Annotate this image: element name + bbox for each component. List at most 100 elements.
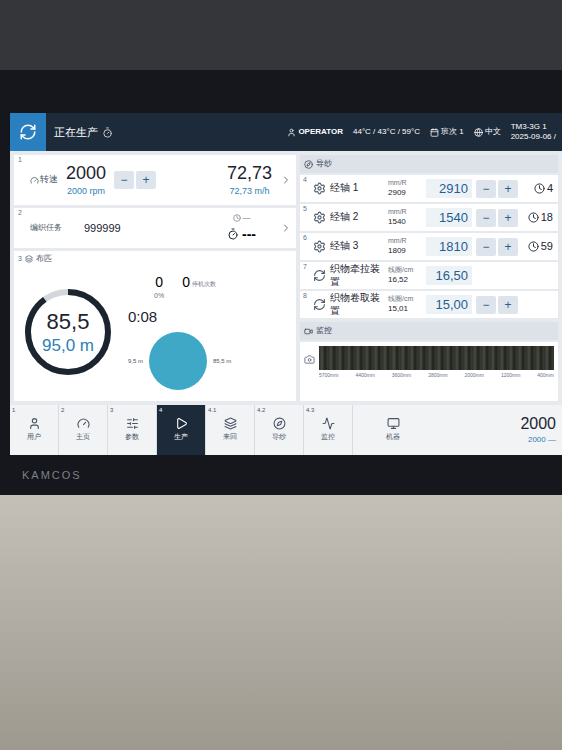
shift: 班次 1 bbox=[430, 126, 464, 138]
nav-item[interactable]: 4生产 bbox=[157, 405, 206, 455]
guide-name: 织物牵拉装置 bbox=[330, 263, 384, 288]
guide-value[interactable]: 1540 bbox=[426, 208, 472, 228]
guide-value[interactable]: 2910 bbox=[426, 179, 472, 199]
chevron-icon[interactable] bbox=[280, 174, 292, 186]
machine-button[interactable]: 机器 bbox=[369, 405, 417, 455]
nav-bar: 1用户2主页3参数4生产4.1来回4.2导纱4.3监控机器20002000 — bbox=[10, 405, 562, 455]
monitor-bezel: 正在生产OPERATOR44°C / 43°C / 59°C班次 1中文TM3-… bbox=[0, 70, 562, 495]
tick-label: 1200mm bbox=[501, 372, 520, 380]
guide-actual: 2909 bbox=[388, 188, 422, 198]
speed-icon bbox=[30, 176, 39, 185]
speed-decrease-button[interactable]: − bbox=[114, 171, 134, 189]
guide-unit: mm/R bbox=[388, 179, 422, 188]
guide-trail: 4 bbox=[547, 180, 553, 197]
tick-label: 400mm bbox=[537, 372, 554, 380]
decrease-button[interactable]: − bbox=[476, 209, 496, 227]
output-value: 72,73 bbox=[227, 162, 272, 185]
fabric-icon bbox=[25, 255, 33, 263]
machine-label: 机器 bbox=[386, 432, 400, 443]
refresh-icon bbox=[19, 123, 37, 141]
chevron-icon[interactable] bbox=[280, 222, 292, 234]
temps: 44°C / 43°C / 59°C bbox=[353, 126, 420, 138]
camera-icon[interactable] bbox=[304, 354, 315, 365]
nav-label: 导纱 bbox=[272, 432, 286, 443]
monitor-ticks: 5700mm4400mm3600mm2800mm2000mm1200mm400m… bbox=[319, 372, 554, 380]
guide-title: 导纱 bbox=[316, 158, 332, 170]
nav-item[interactable]: 4.2导纱 bbox=[255, 405, 304, 455]
nav-icon bbox=[28, 417, 41, 430]
guide-header: 导纱 bbox=[300, 155, 558, 173]
nav-icon bbox=[273, 417, 286, 430]
guide-value[interactable]: 16,50 bbox=[426, 266, 472, 286]
guide-value[interactable]: 15,00 bbox=[426, 295, 472, 315]
beam-icon bbox=[313, 182, 326, 195]
nav-item[interactable]: 2主页 bbox=[59, 405, 108, 455]
guide-actual: 1540 bbox=[388, 217, 422, 227]
nav-icon bbox=[77, 417, 90, 430]
machine-name: TM3-3G 1 bbox=[511, 122, 556, 132]
nav-label: 主页 bbox=[76, 432, 90, 443]
screen: 正在生产OPERATOR44°C / 43°C / 59°C班次 1中文TM3-… bbox=[10, 113, 562, 455]
speed-setpoint: 2000 rpm bbox=[67, 185, 105, 199]
monitor-header: 监控 bbox=[300, 322, 558, 340]
takeup-icon bbox=[313, 269, 326, 282]
guide-actual: 1809 bbox=[388, 246, 422, 256]
date: 2025-09-06 / bbox=[511, 132, 556, 142]
tick-label: 3600mm bbox=[392, 372, 411, 380]
nav-icon bbox=[126, 417, 139, 430]
clock-icon bbox=[528, 241, 539, 252]
user-icon bbox=[287, 128, 296, 137]
lower-bezel bbox=[0, 495, 562, 750]
brand-logo: KAMCOS bbox=[22, 467, 82, 484]
content: 1转速20002000 rpm−+72,7372,73 m/h2编织任务9999… bbox=[10, 151, 562, 405]
guide-name: 经轴 1 bbox=[330, 182, 384, 195]
guide-value[interactable]: 1810 bbox=[426, 237, 472, 257]
fabric-percent: 0% bbox=[154, 291, 164, 302]
machine-icon bbox=[387, 417, 400, 430]
increase-button[interactable]: + bbox=[498, 296, 518, 314]
guide-actual: 15,01 bbox=[388, 304, 422, 314]
nav-item[interactable]: 1用户 bbox=[10, 405, 59, 455]
nav-label: 参数 bbox=[125, 432, 139, 443]
nav-item[interactable]: 4.3监控 bbox=[304, 405, 353, 455]
fabric-time: 0:08 bbox=[128, 306, 292, 329]
increase-button[interactable]: + bbox=[498, 209, 518, 227]
nav-item[interactable]: 4.1来回 bbox=[206, 405, 255, 455]
decrease-button[interactable]: − bbox=[476, 296, 496, 314]
fabric-count: 0 bbox=[155, 274, 163, 292]
speed-increase-button[interactable]: + bbox=[136, 171, 156, 189]
task-label: 编织任务 bbox=[30, 222, 76, 234]
monitor-icon bbox=[304, 327, 313, 336]
stops-label: 停机次数 bbox=[192, 280, 216, 289]
right-column: 导纱4经轴 1mm/R29092910−+45经轴 2mm/R15401540−… bbox=[300, 155, 558, 401]
nav-icon bbox=[322, 417, 335, 430]
nav-item[interactable]: 3参数 bbox=[108, 405, 157, 455]
beam-icon bbox=[313, 240, 326, 253]
guide-icon bbox=[304, 160, 313, 169]
increase-button[interactable]: + bbox=[498, 180, 518, 198]
nav-icon bbox=[175, 417, 188, 430]
monitor-title: 监控 bbox=[316, 325, 332, 337]
increase-button[interactable]: + bbox=[498, 238, 518, 256]
task-value: 999999 bbox=[84, 220, 121, 237]
header-bar: 正在生产OPERATOR44°C / 43°C / 59°C班次 1中文TM3-… bbox=[10, 113, 562, 151]
takeup-icon bbox=[313, 298, 326, 311]
footer-value: 2000 bbox=[520, 414, 556, 434]
speed-card: 1转速20002000 rpm−+72,7372,73 m/h bbox=[14, 155, 296, 205]
guide-row: 8织物卷取装置线圈/cm15,0115,00−+ bbox=[300, 291, 558, 318]
output-setpoint: 72,73 m/h bbox=[229, 185, 269, 199]
refresh-button[interactable] bbox=[10, 113, 46, 151]
guide-name: 织物卷取装置 bbox=[330, 292, 384, 317]
guide-row: 7织物牵拉装置线圈/cm16,5216,50 bbox=[300, 262, 558, 289]
monitor-strip: 5700mm4400mm3600mm2800mm2000mm1200mm400m… bbox=[300, 342, 558, 401]
guide-row: 4经轴 1mm/R29092910−+4 bbox=[300, 175, 558, 202]
guide-unit: mm/R bbox=[388, 237, 422, 246]
nav-icon bbox=[224, 417, 237, 430]
decrease-button[interactable]: − bbox=[476, 180, 496, 198]
status-icon bbox=[102, 127, 113, 138]
tick-label: 4400mm bbox=[355, 372, 374, 380]
guide-row: 6经轴 3mm/R18091810−+59 bbox=[300, 233, 558, 260]
nav-label: 来回 bbox=[223, 432, 237, 443]
decrease-button[interactable]: − bbox=[476, 238, 496, 256]
guide-unit: 线圈/cm bbox=[388, 295, 422, 304]
